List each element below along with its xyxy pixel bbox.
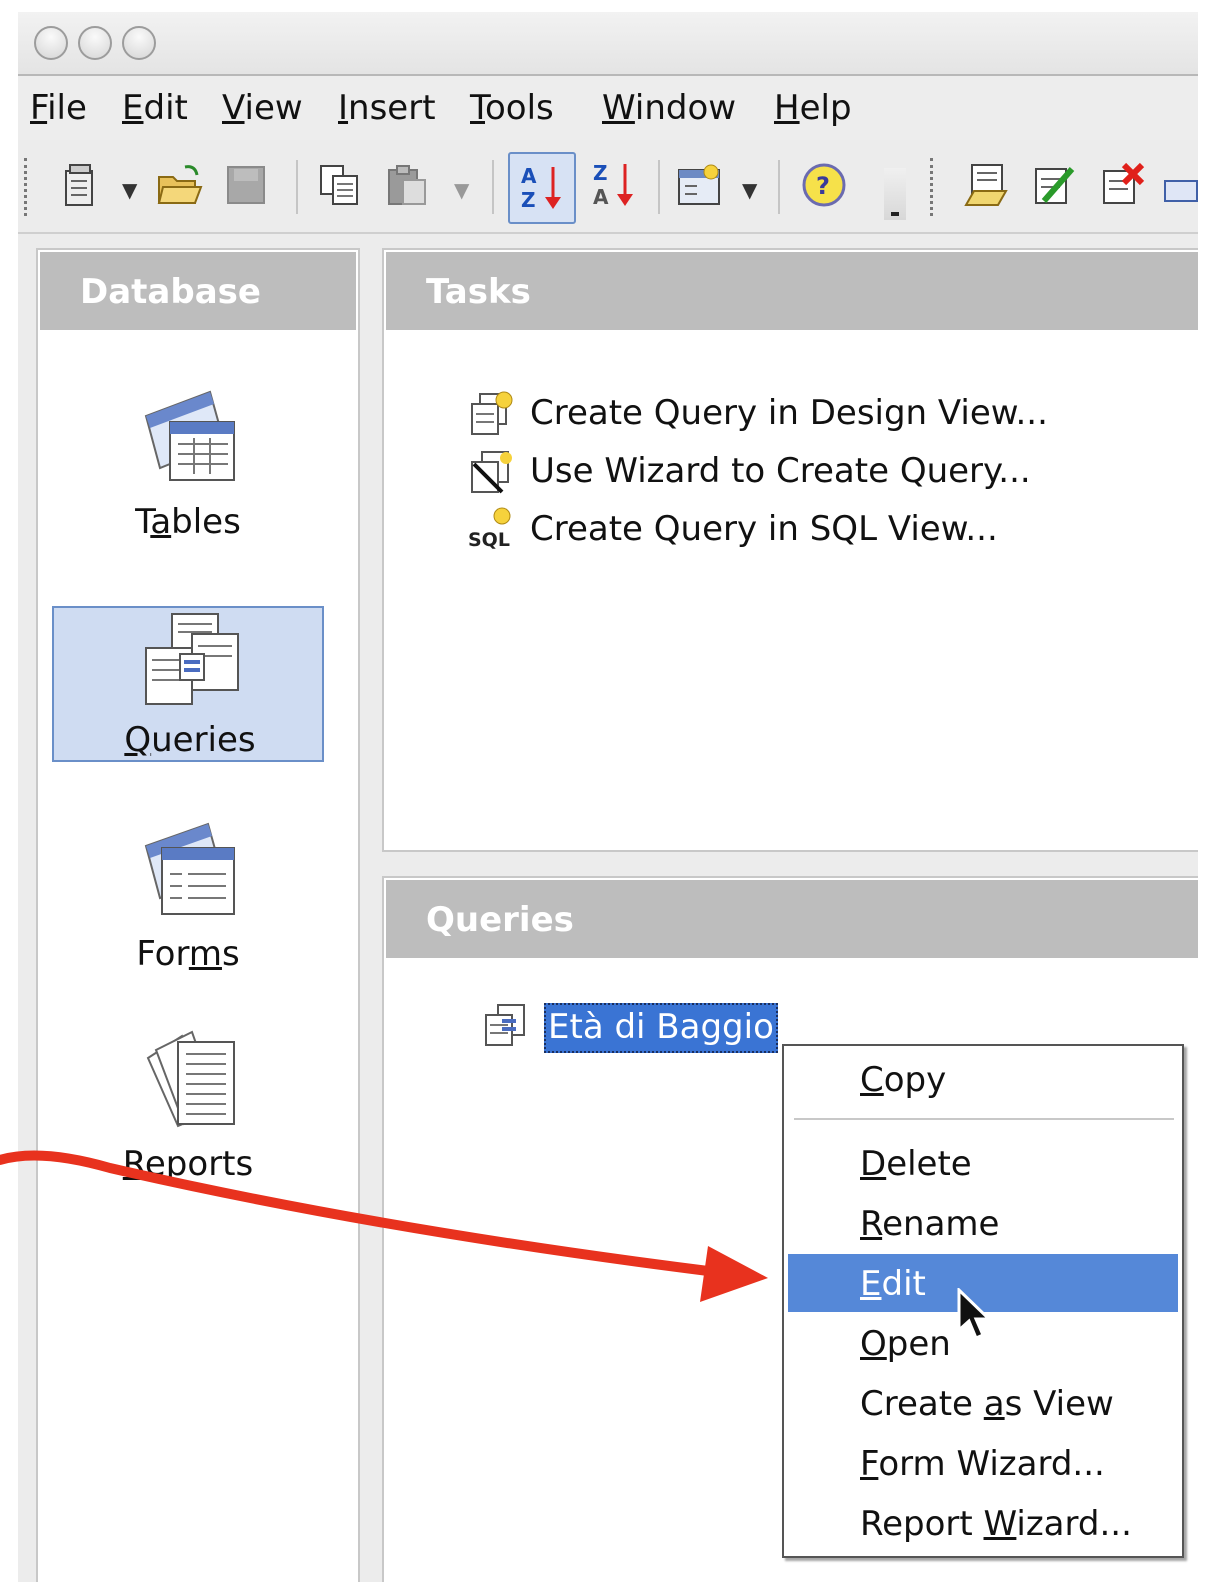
menu-window[interactable]: Window: [602, 88, 736, 128]
open-folder-icon[interactable]: [154, 156, 206, 214]
task-create-design-view[interactable]: Create Query in Design View...: [468, 388, 1048, 438]
context-menu-rename[interactable]: Rename: [788, 1194, 1178, 1252]
new-document-icon[interactable]: [54, 156, 106, 214]
toolbar-grip[interactable]: [24, 158, 31, 216]
menu-insert[interactable]: Insert: [338, 88, 436, 128]
title-bar: [18, 12, 1198, 76]
new-dropdown-arrow[interactable]: ▼: [122, 178, 137, 202]
forms-icon: [144, 822, 235, 915]
toolbar-overflow[interactable]: [884, 168, 906, 220]
task-use-wizard[interactable]: Use Wizard to Create Query...: [468, 446, 1031, 496]
reports-icon: [146, 1030, 235, 1128]
svg-text:Z: Z: [521, 188, 536, 212]
database-panel-header: Database: [40, 252, 356, 330]
edit-query-icon[interactable]: [1028, 156, 1080, 214]
rename-query-icon[interactable]: [1164, 180, 1198, 202]
context-menu-form-wizard[interactable]: Form Wizard...: [788, 1434, 1178, 1492]
svg-text:SQL: SQL: [468, 529, 510, 551]
tables-icon: [144, 390, 235, 481]
category-reports[interactable]: Reports: [52, 1028, 324, 1184]
new-query-icon[interactable]: [960, 156, 1012, 214]
menu-help[interactable]: Help: [774, 88, 852, 128]
menu-edit[interactable]: Edit: [122, 88, 188, 128]
save-icon[interactable]: [220, 156, 272, 214]
toolbar-separator: [296, 160, 298, 214]
menu-bar: File Edit View Insert Tools Window Help: [18, 76, 1198, 140]
toolbar-separator: [778, 160, 780, 214]
delete-query-icon[interactable]: [1096, 156, 1148, 214]
svg-text:?: ?: [816, 172, 830, 200]
mouse-cursor-icon: [957, 1288, 993, 1340]
sort-ascending-icon[interactable]: AZ: [508, 152, 576, 224]
category-tables[interactable]: Tables: [52, 386, 324, 542]
query-item[interactable]: Età di Baggio: [482, 1000, 778, 1056]
database-panel: Database Tables Queries Forms Reports: [36, 248, 360, 1582]
close-window-button[interactable]: [34, 26, 68, 60]
svg-text:A: A: [593, 185, 609, 209]
tasks-panel: Tasks Create Query in Design View... Use…: [382, 248, 1198, 852]
svg-text:Z: Z: [593, 161, 608, 185]
toolbar-separator: [658, 160, 660, 214]
menu-tools[interactable]: Tools: [470, 88, 554, 128]
minimize-window-button[interactable]: [78, 26, 112, 60]
task-create-sql-view[interactable]: SQL Create Query in SQL View...: [468, 504, 998, 554]
toolbar-grip[interactable]: [930, 158, 937, 216]
query-item-label[interactable]: Età di Baggio: [544, 1003, 778, 1053]
form-dropdown-arrow[interactable]: ▼: [742, 178, 757, 202]
zoom-window-button[interactable]: [122, 26, 156, 60]
category-queries[interactable]: Queries: [52, 606, 324, 762]
paste-dropdown-arrow[interactable]: ▼: [454, 178, 469, 202]
sort-descending-icon[interactable]: ZA: [588, 156, 640, 214]
context-menu-report-wizard[interactable]: Report Wizard...: [788, 1494, 1178, 1552]
toolbar-separator: [492, 160, 494, 214]
category-forms[interactable]: Forms: [52, 818, 324, 974]
context-menu-separator: [794, 1118, 1174, 1120]
context-menu-copy[interactable]: Copy: [788, 1050, 1178, 1108]
context-menu-delete[interactable]: Delete: [788, 1134, 1178, 1192]
svg-text:A: A: [521, 164, 537, 188]
toolbar: ▼ ▼ AZ ZA ▼ ?: [18, 140, 1198, 234]
paste-icon[interactable]: [382, 156, 434, 214]
queries-icon: [145, 613, 239, 705]
menu-view[interactable]: View: [222, 88, 303, 128]
form-design-icon[interactable]: [674, 156, 726, 214]
menu-file[interactable]: File: [30, 88, 87, 128]
tasks-panel-header: Tasks: [386, 252, 1198, 330]
copy-icon[interactable]: [314, 156, 366, 214]
wizard-icon: [468, 448, 514, 494]
queries-panel-header: Queries: [386, 880, 1198, 958]
design-view-icon: [468, 390, 514, 436]
sql-icon: SQL: [468, 506, 514, 552]
query-icon: [482, 1003, 530, 1053]
context-menu-create-as-view[interactable]: Create as View: [788, 1374, 1178, 1432]
help-icon[interactable]: ?: [798, 156, 850, 214]
